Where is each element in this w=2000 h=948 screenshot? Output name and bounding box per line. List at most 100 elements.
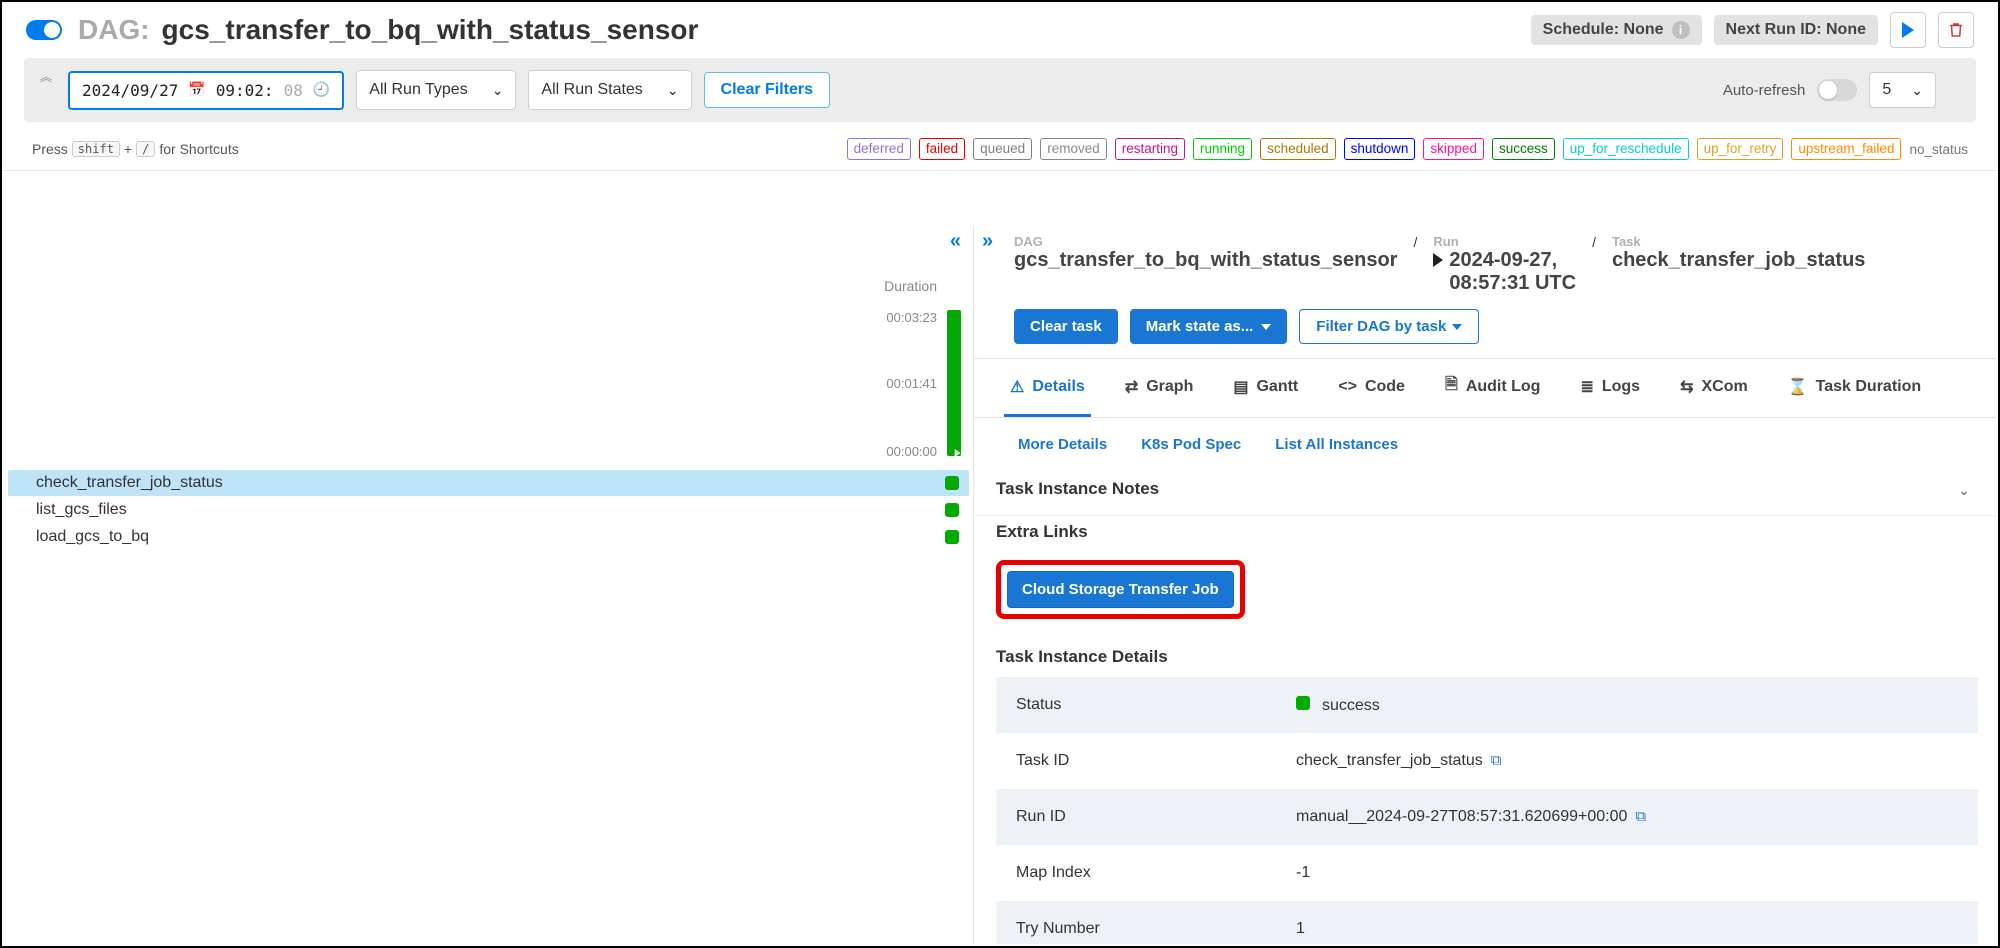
- kbd-slash: /: [136, 141, 155, 157]
- copy-icon[interactable]: ⧉: [1635, 808, 1646, 825]
- legend-removed[interactable]: removed: [1040, 138, 1107, 160]
- schedule-chip[interactable]: Schedule: None i: [1531, 15, 1702, 45]
- task-instance-notes-section[interactable]: Task Instance Notes ⌄: [974, 467, 1996, 516]
- clear-filters-button[interactable]: Clear Filters: [704, 72, 830, 108]
- tab-logs[interactable]: ≣Logs: [1574, 359, 1646, 417]
- legend-running[interactable]: running: [1193, 138, 1252, 160]
- task-instance-details-table: Statussuccess Task IDcheck_transfer_job_…: [996, 677, 1978, 944]
- status-success-icon: [1296, 696, 1310, 710]
- tab-label: Details: [1032, 378, 1084, 396]
- legend-scheduled[interactable]: scheduled: [1260, 138, 1336, 160]
- collapse-left-icon[interactable]: «: [950, 230, 961, 253]
- trigger-dag-button[interactable]: [1890, 12, 1926, 48]
- tab-task-duration[interactable]: ⌛Task Duration: [1782, 359, 1927, 417]
- graph-icon: ⇄: [1125, 377, 1138, 397]
- dag-name: gcs_transfer_to_bq_with_status_sensor: [162, 14, 699, 46]
- cloud-storage-transfer-job-button[interactable]: Cloud Storage Transfer Job: [1007, 571, 1234, 608]
- run-type-select[interactable]: All Run Types⌄: [356, 70, 516, 110]
- num-runs-select[interactable]: 5⌄: [1869, 72, 1936, 108]
- trash-icon: [1947, 21, 1965, 39]
- legend-skipped[interactable]: skipped: [1423, 138, 1484, 160]
- tab-label: XCom: [1701, 378, 1747, 396]
- table-row: Run IDmanual__2024-09-27T08:57:31.620699…: [996, 789, 1978, 845]
- task-row-load-gcs-to-bq[interactable]: load_gcs_to_bq: [8, 524, 969, 550]
- tab-graph[interactable]: ⇄Graph: [1119, 359, 1200, 417]
- chevron-down-icon: ⌄: [667, 82, 679, 99]
- task-name: list_gcs_files: [36, 501, 127, 519]
- legend-up-for-reschedule[interactable]: up_for_reschedule: [1563, 138, 1689, 160]
- duration-tick-3: 00:00:00: [886, 444, 937, 459]
- copy-icon[interactable]: ⧉: [1491, 752, 1502, 769]
- legend-shutdown[interactable]: shutdown: [1344, 138, 1416, 160]
- more-details-link[interactable]: More Details: [1018, 436, 1107, 453]
- detail-key: Run ID: [996, 789, 1276, 845]
- crumb-task[interactable]: Task check_transfer_job_status: [1612, 234, 1865, 272]
- play-icon: [1433, 253, 1443, 267]
- legend-queued[interactable]: queued: [973, 138, 1032, 160]
- logs-icon: ≣: [1580, 377, 1593, 397]
- base-date-input[interactable]: 2024/09/27 📅 09:02:08 🕘: [68, 71, 344, 110]
- legend-deferred[interactable]: deferred: [847, 138, 911, 160]
- legend-failed[interactable]: failed: [919, 138, 965, 160]
- tab-label: Task Duration: [1816, 378, 1922, 396]
- next-run-chip[interactable]: Next Run ID: None: [1714, 15, 1878, 45]
- crumb-slash: /: [1413, 234, 1417, 250]
- notes-title: Task Instance Notes: [996, 473, 1159, 507]
- run-state-label: All Run States: [541, 81, 642, 99]
- clock-icon: 🕘: [313, 82, 330, 98]
- tab-audit-log[interactable]: 🗎 Audit Log: [1439, 359, 1547, 417]
- autorefresh-toggle[interactable]: [1817, 79, 1857, 101]
- task-row-list-gcs-files[interactable]: list_gcs_files: [8, 497, 969, 523]
- xcom-icon: ⇆: [1680, 377, 1693, 397]
- task-name: check_transfer_job_status: [36, 474, 223, 492]
- legend-upstream-failed[interactable]: upstream_failed: [1791, 138, 1901, 160]
- header-right: Schedule: None i Next Run ID: None: [1531, 12, 1974, 48]
- crumb-run[interactable]: Run 2024-09-27,08:57:31 UTC: [1433, 234, 1576, 295]
- details-pane: » DAG gcs_transfer_to_bq_with_status_sen…: [974, 226, 1996, 944]
- code-icon: <>: [1338, 378, 1357, 396]
- detail-key: Status: [996, 677, 1276, 733]
- autorefresh-label: Auto-refresh: [1723, 82, 1806, 99]
- tab-gantt[interactable]: ▤Gantt: [1227, 359, 1304, 417]
- collapse-filter-icon[interactable]: ︽: [40, 68, 52, 85]
- legend-restarting[interactable]: restarting: [1115, 138, 1185, 160]
- task-row-check-transfer-job-status[interactable]: check_transfer_job_status: [8, 470, 969, 496]
- legend-up-for-retry[interactable]: up_for_retry: [1697, 138, 1784, 160]
- expand-right-icon[interactable]: »: [982, 230, 993, 253]
- tab-xcom[interactable]: ⇆ XCom: [1674, 359, 1754, 417]
- tab-label: Gantt: [1256, 378, 1298, 396]
- crumb-dag-label: DAG: [1014, 234, 1397, 249]
- tab-label: Code: [1365, 378, 1405, 396]
- task-tabs: ⚠ Details ⇄Graph ▤Gantt <> Code 🗎 Audit Log…: [974, 359, 1996, 418]
- dag-enable-toggle[interactable]: [26, 20, 62, 40]
- detail-key: Map Index: [996, 845, 1276, 901]
- tab-details[interactable]: ⚠ Details: [1004, 359, 1091, 417]
- highlight-annotation: Cloud Storage Transfer Job: [996, 560, 1245, 619]
- schedule-text: Schedule: None: [1543, 21, 1664, 39]
- crumb-task-label: Task: [1612, 234, 1865, 249]
- audit-icon: 🗎: [1445, 373, 1458, 400]
- tab-code[interactable]: <> Code: [1332, 359, 1411, 417]
- breadcrumb: DAG gcs_transfer_to_bq_with_status_senso…: [974, 226, 1996, 301]
- shortcuts-suffix: for Shortcuts: [159, 141, 238, 157]
- clear-task-button[interactable]: Clear task: [1014, 309, 1118, 344]
- crumb-dag[interactable]: DAG gcs_transfer_to_bq_with_status_senso…: [1014, 234, 1397, 272]
- filter-dag-by-task-button[interactable]: Filter DAG by task: [1299, 309, 1479, 344]
- detail-value: manual__2024-09-27T08:57:31.620699+00:00…: [1276, 789, 1978, 845]
- crumb-run-label: Run: [1433, 234, 1576, 249]
- dag-run-bar[interactable]: [947, 310, 961, 456]
- mark-state-button[interactable]: Mark state as...: [1130, 309, 1288, 344]
- details-icon: ⚠: [1010, 377, 1024, 397]
- task-instance-details-title: Task Instance Details: [974, 629, 1996, 677]
- list-all-instances-link[interactable]: List All Instances: [1275, 436, 1398, 453]
- filter-bar: ︽ 2024/09/27 📅 09:02:08 🕘 All Run Types⌄…: [24, 58, 1976, 122]
- dag-label: DAG:: [78, 14, 150, 46]
- table-row: Try Number1: [996, 901, 1978, 944]
- crumb-task-value: check_transfer_job_status: [1612, 249, 1865, 272]
- delete-dag-button[interactable]: [1938, 12, 1974, 48]
- legend-success[interactable]: success: [1492, 138, 1555, 160]
- legend-no-status[interactable]: no_status: [1909, 142, 1968, 157]
- k8s-pod-spec-link[interactable]: K8s Pod Spec: [1141, 436, 1241, 453]
- run-state-select[interactable]: All Run States ⌄: [528, 70, 691, 110]
- tab-label: Audit Log: [1466, 378, 1541, 396]
